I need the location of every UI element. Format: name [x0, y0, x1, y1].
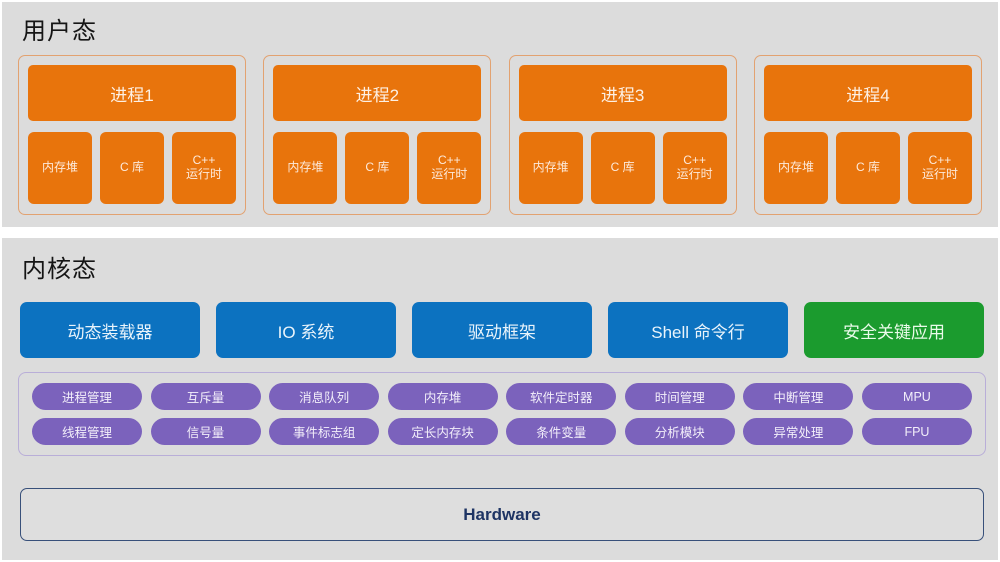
process-row: 进程1 内存堆 C 库 C++ 运行时 进程2 内存堆 C 库 C++ 运行时 … [18, 55, 982, 215]
process-component-cpp-runtime[interactable]: C++ 运行时 [417, 132, 482, 204]
kernel-pill-process-management[interactable]: 进程管理 [32, 383, 142, 410]
process-header-3: 进程3 [518, 65, 727, 121]
process-component-c-library[interactable]: C 库 [835, 132, 900, 204]
kernel-pill-interrupt-management[interactable]: 中断管理 [743, 383, 854, 410]
kernel-pill-exception-handling[interactable]: 异常处理 [743, 418, 854, 445]
hardware-bar[interactable]: Hardware [20, 488, 984, 541]
process-component-c-library[interactable]: C 库 [590, 132, 655, 204]
process-card-4[interactable]: 进程4 内存堆 C 库 C++ 运行时 [753, 55, 982, 215]
process-component-memory-heap[interactable]: 内存堆 [518, 132, 583, 204]
process-component-memory-heap[interactable]: 内存堆 [273, 132, 338, 204]
user-mode-title: 用户态 [22, 18, 97, 45]
process-components-1: 内存堆 C 库 C++ 运行时 [28, 132, 236, 204]
service-box-dynamic-loader[interactable]: 动态装载器 [20, 302, 200, 358]
process-component-memory-heap[interactable]: 内存堆 [28, 132, 92, 204]
kernel-pill-condition-variable[interactable]: 条件变量 [506, 418, 617, 445]
service-box-shell-cli[interactable]: Shell 命令行 [608, 302, 788, 358]
process-components-4: 内存堆 C 库 C++ 运行时 [763, 132, 972, 204]
process-component-cpp-runtime[interactable]: C++ 运行时 [907, 132, 972, 204]
kernel-component-group: 进程管理 互斥量 消息队列 内存堆 软件定时器 时间管理 中断管理 MPU 线程… [18, 372, 986, 456]
process-component-memory-heap[interactable]: 内存堆 [763, 132, 828, 204]
kernel-pill-message-queue[interactable]: 消息队列 [269, 383, 380, 410]
kernel-pill-mutex[interactable]: 互斥量 [150, 383, 261, 410]
process-components-3: 内存堆 C 库 C++ 运行时 [518, 132, 727, 204]
process-card-1[interactable]: 进程1 内存堆 C 库 C++ 运行时 [18, 55, 246, 215]
kernel-component-row-1: 进程管理 互斥量 消息队列 内存堆 软件定时器 时间管理 中断管理 MPU [32, 383, 972, 410]
process-components-2: 内存堆 C 库 C++ 运行时 [273, 132, 482, 204]
process-header-1: 进程1 [28, 65, 236, 121]
process-component-cpp-runtime[interactable]: C++ 运行时 [172, 132, 236, 204]
kernel-pill-fpu[interactable]: FPU [861, 418, 972, 445]
process-card-3[interactable]: 进程3 内存堆 C 库 C++ 运行时 [508, 55, 737, 215]
kernel-pill-memory-heap[interactable]: 内存堆 [387, 383, 498, 410]
kernel-pill-time-management[interactable]: 时间管理 [624, 383, 735, 410]
kernel-mode-title: 内核态 [22, 256, 97, 283]
kernel-service-row: 动态装载器 IO 系统 驱动框架 Shell 命令行 安全关键应用 [20, 302, 984, 358]
kernel-pill-analysis-module[interactable]: 分析模块 [624, 418, 735, 445]
service-box-safety-critical-app[interactable]: 安全关键应用 [804, 302, 984, 358]
kernel-pill-event-flag-group[interactable]: 事件标志组 [269, 418, 380, 445]
process-header-2: 进程2 [273, 65, 482, 121]
process-header-4: 进程4 [763, 65, 972, 121]
process-component-c-library[interactable]: C 库 [345, 132, 410, 204]
kernel-pill-thread-management[interactable]: 线程管理 [32, 418, 142, 445]
service-box-driver-framework[interactable]: 驱动框架 [412, 302, 592, 358]
architecture-diagram: 用户态 进程1 内存堆 C 库 C++ 运行时 进程2 内存堆 C 库 C++ … [0, 0, 1000, 562]
process-card-2[interactable]: 进程2 内存堆 C 库 C++ 运行时 [263, 55, 492, 215]
kernel-component-row-2: 线程管理 信号量 事件标志组 定长内存块 条件变量 分析模块 异常处理 FPU [32, 418, 972, 445]
process-component-cpp-runtime[interactable]: C++ 运行时 [662, 132, 727, 204]
kernel-pill-software-timer[interactable]: 软件定时器 [506, 383, 617, 410]
kernel-pill-fixed-memory-block[interactable]: 定长内存块 [387, 418, 498, 445]
service-box-io-system[interactable]: IO 系统 [216, 302, 396, 358]
kernel-pill-semaphore[interactable]: 信号量 [150, 418, 261, 445]
process-component-c-library[interactable]: C 库 [100, 132, 164, 204]
kernel-pill-mpu[interactable]: MPU [861, 383, 972, 410]
kernel-mode-panel: 内核态 动态装载器 IO 系统 驱动框架 Shell 命令行 安全关键应用 进程… [2, 238, 998, 560]
user-mode-panel: 用户态 进程1 内存堆 C 库 C++ 运行时 进程2 内存堆 C 库 C++ … [2, 2, 998, 227]
